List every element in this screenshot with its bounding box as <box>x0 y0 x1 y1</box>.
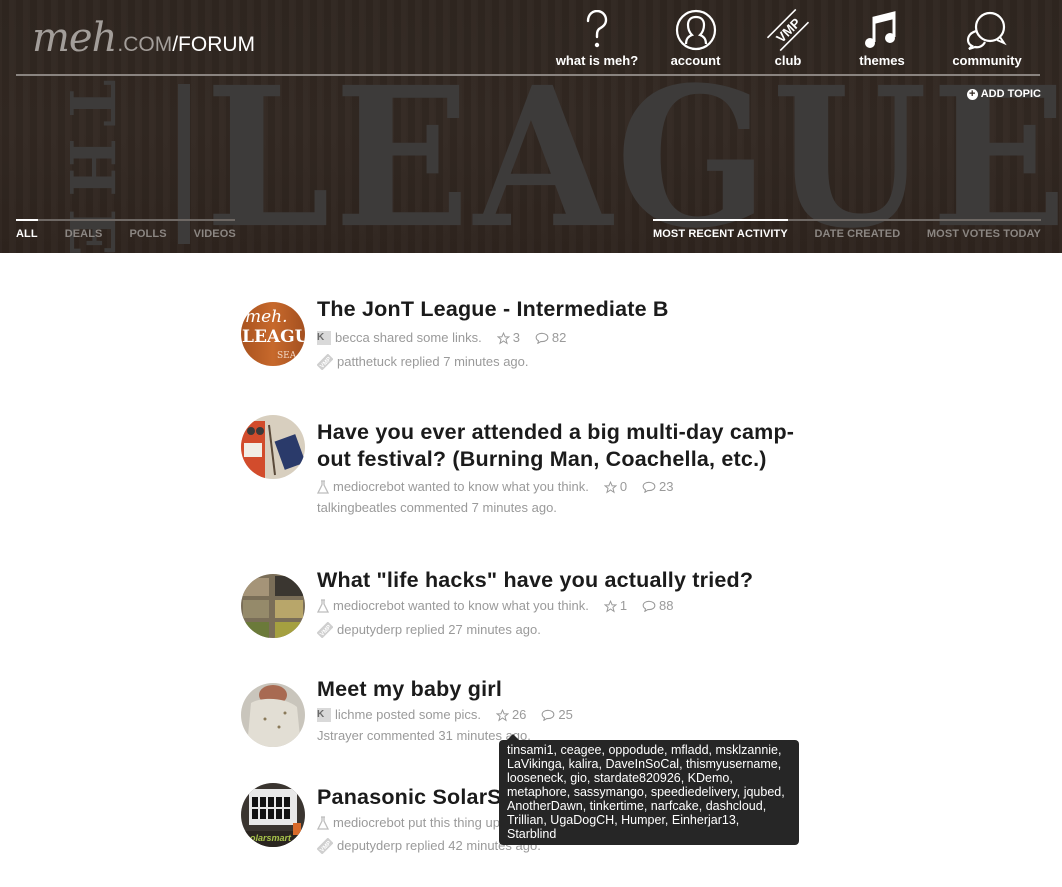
topic-byline: K lichme posted some pics. 26 25 <box>317 704 820 726</box>
byline-text[interactable]: lichme posted some pics. <box>335 704 481 726</box>
star-count[interactable]: 26 <box>495 704 527 726</box>
nav-community[interactable]: community <box>937 8 1037 68</box>
tab-deals[interactable]: DEALS <box>65 221 103 240</box>
star-count[interactable]: 0 <box>603 476 628 498</box>
activity-text[interactable]: patthetuck replied 7 minutes ago. <box>337 351 529 373</box>
flask-icon <box>317 599 329 613</box>
account-icon <box>642 8 749 52</box>
topic-byline: mediocrebot wanted to know what you thin… <box>317 476 820 498</box>
tab-all[interactable]: ALL <box>16 219 38 240</box>
star-value: 3 <box>512 330 520 345</box>
vmp-icon: VMP <box>317 838 333 854</box>
comment-value: 23 <box>659 479 674 494</box>
header-divider <box>16 74 1040 76</box>
voters-tooltip: tinsami1, ceagee, oppodude, mfladd, mskl… <box>499 734 799 845</box>
k-badge-icon: K <box>317 708 331 722</box>
nav-what-is-meh[interactable]: what is meh? <box>552 8 642 68</box>
comment-icon <box>642 481 656 493</box>
vmp-icon: VMP <box>317 622 333 638</box>
comment-value: 25 <box>558 707 573 722</box>
comment-count[interactable]: 88 <box>642 595 674 617</box>
byline-text[interactable]: becca shared some links. <box>335 327 482 349</box>
topic-byline: mediocrebot wanted to know what you thin… <box>317 595 820 617</box>
tab-videos[interactable]: VIDEOS <box>194 221 236 240</box>
svg-text:meh.: meh. <box>245 307 288 327</box>
vmp-club-icon: VMP <box>749 8 827 52</box>
nav-club[interactable]: VMP club <box>749 8 827 68</box>
topic-avatar[interactable]: solarsmart <box>241 783 305 847</box>
tab-most-recent-activity[interactable]: MOST RECENT ACTIVITY <box>653 219 788 240</box>
star-value: 1 <box>619 598 628 613</box>
logo-com: .COM <box>117 33 173 56</box>
topic-item: meh. LEAGU SEA The JonT League - Interme… <box>240 296 820 406</box>
comment-count[interactable]: 25 <box>541 704 573 726</box>
topic-activity: talkingbeatles commented 7 minutes ago. <box>317 497 820 519</box>
topic-title[interactable]: Have you ever attended a big multi-day c… <box>317 406 820 473</box>
star-icon <box>603 480 617 494</box>
svg-text:VMP: VMP <box>773 15 804 46</box>
tab-most-votes-today[interactable]: MOST VOTES TODAY <box>927 221 1041 240</box>
topic-item: Have you ever attended a big multi-day c… <box>240 406 820 567</box>
comment-icon <box>535 332 549 344</box>
activity-text[interactable]: deputyderp replied 27 minutes ago. <box>337 619 541 641</box>
topic-avatar[interactable] <box>241 574 305 638</box>
svg-text:solarsmart: solarsmart <box>245 833 292 843</box>
comment-value: 88 <box>659 598 674 613</box>
question-icon <box>552 8 642 52</box>
chat-bubbles-icon <box>937 8 1037 52</box>
comment-icon <box>642 600 656 612</box>
svg-text:SEA: SEA <box>277 351 297 361</box>
nav-label: themes <box>859 53 905 68</box>
star-icon <box>603 599 617 613</box>
comment-icon <box>542 709 555 721</box>
site-logo[interactable]: meh .COM /FORUM <box>32 18 255 58</box>
k-badge-icon: K <box>317 331 331 345</box>
star-count[interactable]: 3 <box>496 327 520 349</box>
flask-icon <box>317 816 329 830</box>
flask-icon <box>317 480 329 494</box>
music-note-icon <box>827 8 937 52</box>
nav-label: account <box>670 53 721 68</box>
topic-title[interactable]: Meet my baby girl <box>317 676 820 703</box>
comment-value: 82 <box>551 330 567 345</box>
byline-text[interactable]: mediocrebot wanted to know what you thin… <box>333 595 589 617</box>
filter-tabs: ALL DEALS POLLS VIDEOS <box>16 219 236 240</box>
topic-title[interactable]: What "life hacks" have you actually trie… <box>317 567 820 594</box>
comment-count[interactable]: 23 <box>642 476 674 498</box>
vmp-icon: VMP <box>317 354 333 370</box>
logo-forum: /FORUM <box>172 33 256 56</box>
nav-label: club <box>774 53 802 68</box>
add-topic-button[interactable]: + ADD TOPIC <box>966 88 1041 100</box>
topic-avatar[interactable] <box>241 683 305 747</box>
nav-label: community <box>952 53 1022 68</box>
byline-text[interactable]: mediocrebot wanted to know what you thin… <box>333 476 589 498</box>
activity-text[interactable]: talkingbeatles commented 7 minutes ago. <box>317 497 557 519</box>
topic-activity: VMP patthetuck replied 7 minutes ago. <box>317 351 820 373</box>
topic-item: What "life hacks" have you actually trie… <box>240 567 820 676</box>
topic-title[interactable]: The JonT League - Intermediate B <box>317 296 820 323</box>
svg-text:LEAGU: LEAGU <box>242 327 305 347</box>
nav-account[interactable]: account <box>642 8 749 68</box>
sort-tabs: MOST RECENT ACTIVITY DATE CREATED MOST V… <box>653 219 1041 240</box>
topic-avatar[interactable] <box>241 415 305 479</box>
star-value: 26 <box>511 707 527 722</box>
add-topic-label: ADD TOPIC <box>980 88 1041 100</box>
star-icon <box>496 331 510 345</box>
comment-count[interactable]: 82 <box>535 327 566 349</box>
topic-avatar[interactable]: meh. LEAGU SEA <box>241 302 305 366</box>
nav-label: what is meh? <box>555 53 639 68</box>
forum-header: THE LEAGUE meh .COM /FORUM what is meh? … <box>0 0 1062 253</box>
tab-date-created[interactable]: DATE CREATED <box>815 221 901 240</box>
topic-activity: VMP deputyderp replied 27 minutes ago. <box>317 619 820 641</box>
nav-themes[interactable]: themes <box>827 8 937 68</box>
topic-byline: K becca shared some links. 3 82 <box>317 327 820 349</box>
star-icon <box>495 708 509 722</box>
plus-circle-icon: + <box>966 88 978 100</box>
star-value: 0 <box>619 479 628 494</box>
logo-meh: meh <box>32 15 117 61</box>
star-count[interactable]: 1 <box>603 595 628 617</box>
tab-polls[interactable]: POLLS <box>129 221 166 240</box>
main-nav: what is meh? account VMP club themes com… <box>552 8 1037 68</box>
